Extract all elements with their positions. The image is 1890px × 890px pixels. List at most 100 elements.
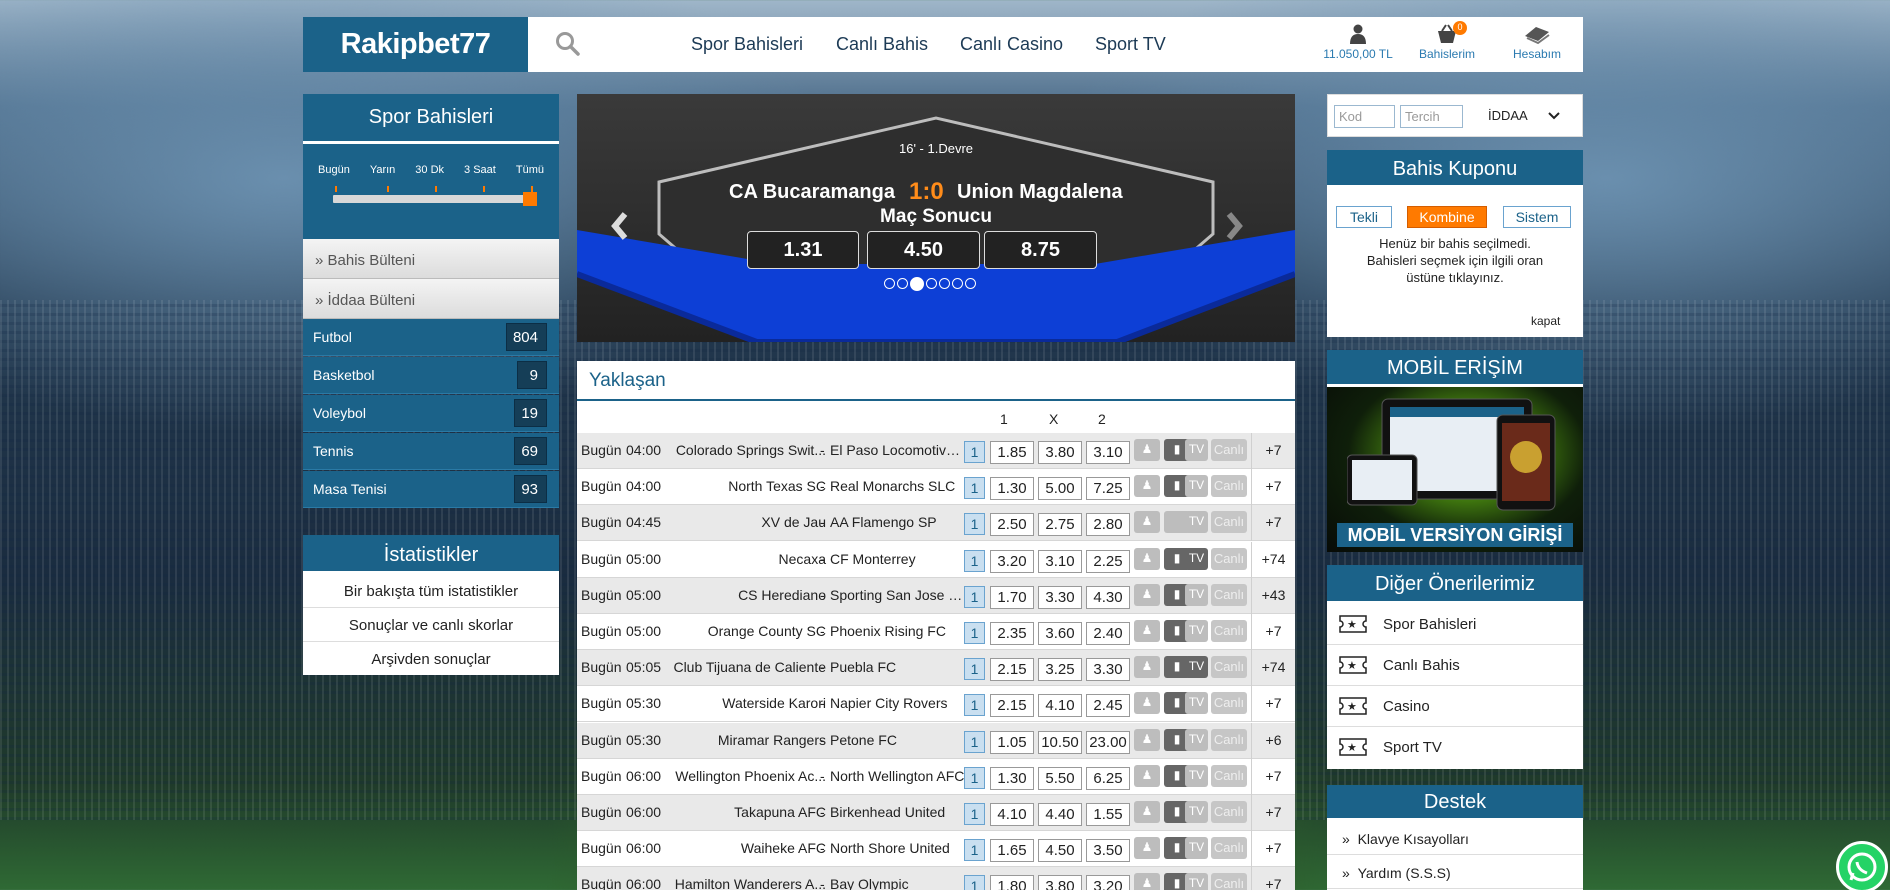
odd-2-button[interactable]: 6.25 [1086, 766, 1130, 790]
tv-icon[interactable]: TV [1185, 764, 1208, 787]
sport-item-masa-tenisi[interactable]: Masa Tenisi 93 [303, 471, 559, 508]
match-row[interactable]: Bugün 05:00 CS Herediano - Sporting San Jose… [577, 577, 1295, 614]
away-team[interactable]: AA Flamengo SP [830, 514, 965, 530]
banner-next-arrow-icon[interactable] [1220, 204, 1260, 248]
odd-2-button[interactable]: 4.30 [1086, 585, 1130, 609]
match-row[interactable]: Bugün 04:45 XV de Jau - AA Flamengo SP 1 2.50 2… [577, 505, 1295, 542]
pagination-dot[interactable] [926, 278, 937, 289]
lineup-icon[interactable]: ♟ [1134, 692, 1160, 715]
odd-x-button[interactable]: 3.80 [1038, 875, 1082, 890]
lineup-icon[interactable]: ♟ [1134, 511, 1160, 534]
lineup-icon[interactable]: ♟ [1134, 873, 1160, 890]
match-row[interactable]: Bugün 05:00 Orange County SC - Phoenix Risin… [577, 614, 1295, 650]
more-markets-link[interactable]: +7 [1251, 867, 1295, 890]
account-widget[interactable]: Hesabım [1497, 23, 1577, 61]
home-team[interactable]: Wellington Phoenix Ac... [675, 768, 826, 784]
odd-x-button[interactable]: 5.50 [1038, 766, 1082, 790]
odd-x-button[interactable]: 5.00 [1038, 477, 1082, 501]
pagination-dot[interactable] [910, 277, 924, 291]
odd-1-button[interactable]: 1.80 [990, 875, 1034, 890]
bahis-bulteni-link[interactable]: » Bahis Bülteni [303, 239, 559, 279]
sport-item-basketbol[interactable]: Basketbol 9 [303, 357, 559, 394]
away-team[interactable]: El Paso Locomotive ... [830, 442, 965, 458]
lineup-icon[interactable]: ♟ [1134, 801, 1160, 823]
away-team[interactable]: North Shore United [830, 840, 965, 856]
banner-odd-1[interactable]: 1.31 [747, 231, 859, 269]
more-markets-link[interactable]: +43 [1251, 577, 1295, 614]
lineup-icon[interactable]: ♟ [1134, 620, 1160, 642]
away-team[interactable]: Real Monarchs SLC [830, 478, 965, 494]
odd-1-button[interactable]: 1.70 [990, 585, 1034, 609]
odd-1-button[interactable]: 2.50 [990, 513, 1034, 537]
range-tomorrow[interactable]: Yarın [370, 164, 395, 176]
odd-2-button[interactable]: 2.80 [1086, 513, 1130, 537]
live-button[interactable]: Canlı [1211, 728, 1247, 751]
live-button[interactable]: Canlı [1211, 692, 1247, 715]
home-team[interactable]: Club Tijuana de Caliente [673, 659, 826, 675]
lineup-icon[interactable]: ♟ [1134, 547, 1160, 570]
recommend-sport-tv[interactable]: ★ Sport TV [1327, 727, 1583, 768]
away-team[interactable]: Napier City Rovers [830, 695, 965, 711]
tv-icon[interactable]: TV [1185, 547, 1208, 570]
range-30min[interactable]: 30 Dk [415, 164, 444, 176]
odd-x-button[interactable]: 2.75 [1038, 513, 1082, 537]
stats-link-results[interactable]: Sonuçlar ve canlı skorlar [303, 608, 559, 642]
odd-x-button[interactable]: 4.10 [1038, 694, 1082, 718]
tab-kombine[interactable]: Kombine [1407, 206, 1487, 228]
kod-input[interactable]: Kod [1334, 105, 1395, 128]
lineup-icon[interactable]: ♟ [1134, 764, 1160, 787]
odd-1-button[interactable]: 2.35 [990, 622, 1034, 645]
tercih-input[interactable]: Tercih [1400, 105, 1463, 128]
tv-icon[interactable]: TV [1185, 511, 1208, 534]
mobile-promo-banner[interactable]: MOBİL VERSİYON GİRİŞİ [1327, 387, 1583, 552]
home-team[interactable]: Takapuna AFC [734, 804, 826, 820]
my-bets-widget[interactable]: 0 Bahislerim [1407, 21, 1487, 61]
pagination-dot[interactable] [952, 278, 963, 289]
away-team[interactable]: Bay Olympic [830, 876, 965, 890]
home-team[interactable]: North Texas SC [728, 478, 826, 494]
tv-icon[interactable]: TV [1185, 728, 1208, 751]
odd-2-button[interactable]: 23.00 [1086, 730, 1130, 754]
odd-x-button[interactable]: 4.50 [1038, 839, 1082, 863]
odd-x-button[interactable]: 3.80 [1038, 441, 1082, 464]
site-logo[interactable]: Rakipbet77 [303, 17, 528, 72]
away-team[interactable]: Phoenix Rising FC [830, 623, 965, 639]
range-all[interactable]: Tümü [516, 164, 544, 176]
balance-widget[interactable]: 11.050,00 TL [1318, 23, 1398, 61]
home-team[interactable]: CS Herediano [738, 587, 826, 603]
home-team[interactable]: Waiheke AFC [741, 840, 826, 856]
bet-slip-close-link[interactable]: kapat [1531, 314, 1560, 328]
away-team[interactable]: Sporting San Jose FC [830, 587, 965, 603]
nav-sport-tv[interactable]: Sport TV [1095, 17, 1166, 72]
recommend-canli-bahis[interactable]: ★ Canlı Bahis [1327, 645, 1583, 686]
lineup-icon[interactable]: ♟ [1134, 656, 1160, 679]
sport-item-futbol[interactable]: Futbol 804 [303, 319, 559, 356]
more-markets-link[interactable]: +7 [1251, 469, 1295, 506]
live-button[interactable]: Canlı [1211, 801, 1247, 823]
live-button[interactable]: Canlı [1211, 583, 1247, 606]
odd-1-button[interactable]: 2.15 [990, 658, 1034, 682]
tv-icon[interactable]: TV [1185, 475, 1208, 498]
lineup-icon[interactable]: ♟ [1134, 837, 1160, 860]
sport-item-tennis[interactable]: Tennis 69 [303, 433, 559, 470]
odd-2-button[interactable]: 3.30 [1086, 658, 1130, 682]
match-row[interactable]: Bugün 06:00 Wellington Phoenix Ac... - North… [577, 758, 1295, 795]
odd-1-button[interactable]: 1.65 [990, 839, 1034, 863]
odd-1-button[interactable]: 1.30 [990, 477, 1034, 501]
tv-icon[interactable]: TV [1185, 801, 1208, 823]
pagination-dot[interactable] [965, 278, 976, 289]
live-button[interactable]: Canlı [1211, 873, 1247, 890]
odd-2-button[interactable]: 2.40 [1086, 622, 1130, 645]
home-team[interactable]: Necaxa [779, 551, 826, 567]
mobile-version-link[interactable]: MOBİL VERSİYON GİRİŞİ [1337, 523, 1573, 547]
odd-1-button[interactable]: 3.20 [990, 549, 1034, 573]
odd-1-button[interactable]: 1.30 [990, 766, 1034, 790]
recommend-casino[interactable]: ★ Casino [1327, 686, 1583, 727]
range-3hours[interactable]: 3 Saat [464, 164, 496, 176]
nav-canli-bahis[interactable]: Canlı Bahis [836, 17, 928, 72]
match-row[interactable]: Bugün 04:00 North Texas SC - Real Monarchs S… [577, 469, 1295, 506]
more-markets-link[interactable]: +74 [1251, 541, 1295, 578]
tv-icon[interactable]: TV [1185, 692, 1208, 715]
range-today[interactable]: Bugün [318, 164, 350, 176]
tv-icon[interactable]: TV [1185, 837, 1208, 860]
